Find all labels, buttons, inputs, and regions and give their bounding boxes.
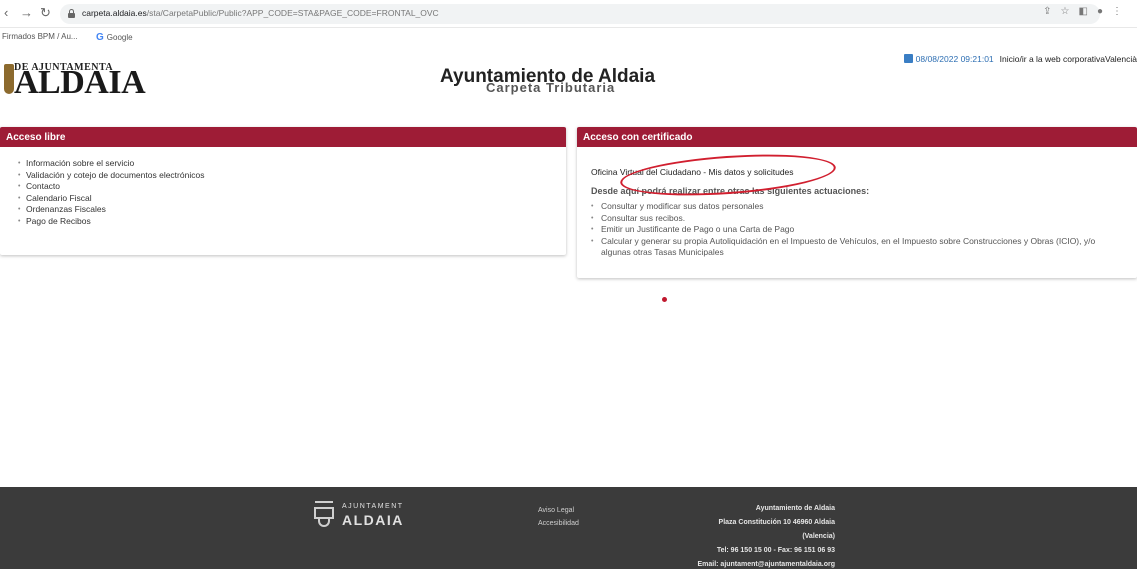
certificate-access-header: Acceso con certificado xyxy=(577,127,1137,147)
url-text[interactable]: carpeta.aldaia.es/sta/CarpetaPublic/Publ… xyxy=(82,8,439,18)
footer-info-line: Ayuntamiento de Aldaia xyxy=(755,505,835,512)
list-item[interactable]: Contacto xyxy=(18,181,566,193)
reload-icon[interactable]: ↻ xyxy=(40,6,51,20)
forward-arrow-icon[interactable]: → xyxy=(20,6,33,20)
crest-icon xyxy=(4,64,14,94)
ajuntament-crest-icon xyxy=(312,501,336,527)
logo-main-text: ALDAIA xyxy=(14,64,146,101)
back-arrow-icon[interactable]: ‹ xyxy=(4,6,8,20)
footer-info-line: (Valencia) xyxy=(802,533,835,540)
google-icon: G xyxy=(96,32,104,43)
actions-list: Consultar y modificar sus datos personal… xyxy=(591,201,1121,259)
footer-info-line: Tel: 96 150 15 00 - Fax: 96 151 06 93 xyxy=(716,547,835,554)
footer: AJUNTAMENT ALDAIA Aviso Legal Accesibili… xyxy=(0,487,1137,569)
list-item[interactable]: Calendario Fiscal xyxy=(18,193,566,205)
list-item[interactable]: Pago de Recibos xyxy=(18,216,566,228)
list-item: Emitir un Justificante de Pago o una Car… xyxy=(591,224,1121,236)
list-item: Calcular y generar su propia Autoliquida… xyxy=(591,236,1121,259)
footer-info-line: Plaza Constitución 10 46960 Aldaia xyxy=(718,519,835,526)
legal-notice-link[interactable]: Aviso Legal xyxy=(538,507,574,514)
browser-actions[interactable]: ⇪☆◧●⋮ xyxy=(1043,6,1131,17)
share-icon[interactable]: ⇪ xyxy=(1043,6,1060,17)
datetime: 08/08/2022 09:21:01 xyxy=(915,54,994,64)
list-item: Consultar sus recibos. xyxy=(591,213,1121,225)
corporate-web-link[interactable]: Inicio/ir a la web corporativaValencià xyxy=(1000,54,1137,64)
list-item[interactable]: Validación y cotejo de documentos electr… xyxy=(18,170,566,182)
certificate-access-panel: Acceso con certificado Oficina Virtual d… xyxy=(577,127,1137,278)
free-access-panel: Acceso libre Información sobre el servic… xyxy=(0,127,566,255)
footer-logo-line2: ALDAIA xyxy=(342,512,404,528)
footer-info-line[interactable]: Email: ajuntament@ajuntamentaldaia.org xyxy=(697,561,835,568)
free-access-header: Acceso libre xyxy=(0,127,566,147)
list-item[interactable]: Información sobre el servicio xyxy=(18,158,566,170)
menu-icon[interactable]: ⋮ xyxy=(1112,6,1131,17)
loading-dot xyxy=(662,297,667,302)
bookmarks-bar: Firmados BPM / Au... G Google xyxy=(0,29,1137,45)
free-access-list: Información sobre el servicio Validación… xyxy=(0,147,566,227)
browser-toolbar: ‹ → ↻ carpeta.aldaia.es/sta/CarpetaPubli… xyxy=(0,0,1137,28)
bookmark-item[interactable]: Firmados BPM / Au... xyxy=(2,32,78,41)
top-info-bar: 08/08/2022 09:21:01 Inicio/ir a la web co… xyxy=(903,54,1137,64)
accessibility-link[interactable]: Accesibilidad xyxy=(538,520,579,527)
sidepanel-icon[interactable]: ◧ xyxy=(1079,6,1097,17)
calendar-icon xyxy=(903,54,913,63)
bookmark-google[interactable]: G Google xyxy=(96,32,133,43)
footer-logo-line1: AJUNTAMENT xyxy=(342,503,404,510)
list-item: Consultar y modificar sus datos personal… xyxy=(591,201,1121,213)
page-subtitle: Carpeta Tributaria xyxy=(486,80,616,95)
ajuntament-logo[interactable]: DE AJUNTAMENTA ALDAIA xyxy=(4,62,146,100)
address-bar[interactable]: carpeta.aldaia.es/sta/CarpetaPublic/Publ… xyxy=(60,4,1100,24)
lock-icon[interactable] xyxy=(68,9,75,18)
star-icon[interactable]: ☆ xyxy=(1061,6,1079,17)
list-item[interactable]: Ordenanzas Fiscales xyxy=(18,204,566,216)
profile-icon[interactable]: ● xyxy=(1097,6,1112,17)
